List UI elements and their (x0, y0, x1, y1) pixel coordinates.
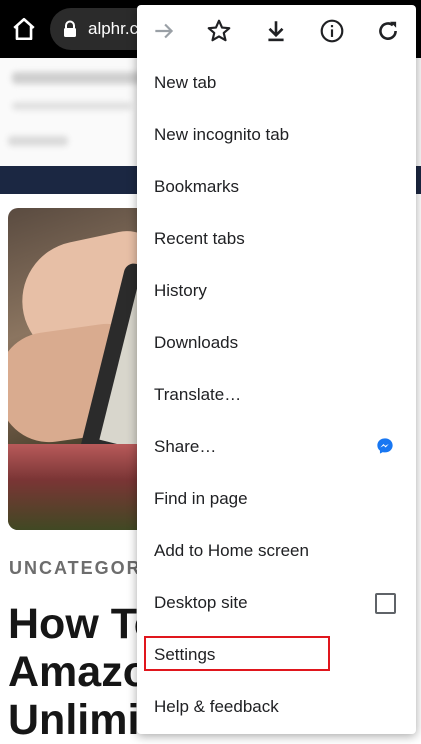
menu-item-new-incognito-tab[interactable]: New incognito tab (137, 109, 416, 161)
menu-item-label: Translate… (154, 385, 242, 404)
menu-item-label: Settings (154, 645, 216, 664)
desktop-site-checkbox[interactable] (375, 593, 396, 614)
menu-item-label: Bookmarks (154, 177, 240, 196)
menu-item-settings[interactable]: Settings (137, 629, 416, 681)
menu-item-find-in-page[interactable]: Find in page (137, 473, 416, 525)
download-icon[interactable] (263, 18, 289, 44)
menu-item-help-feedback[interactable]: Help & feedback (137, 681, 416, 733)
menu-item-bookmarks[interactable]: Bookmarks (137, 161, 416, 213)
overflow-menu: New tab New incognito tab Bookmarks Rece… (137, 5, 416, 734)
home-icon[interactable] (11, 16, 37, 42)
menu-item-downloads[interactable]: Downloads (137, 317, 416, 369)
menu-item-history[interactable]: History (137, 265, 416, 317)
messenger-icon[interactable] (376, 437, 394, 455)
menu-item-translate[interactable]: Translate… (137, 369, 416, 421)
menu-item-label: Find in page (154, 489, 248, 508)
menu-item-label: Downloads (154, 333, 239, 352)
reload-icon[interactable] (375, 18, 401, 44)
menu-item-label: Recent tabs (154, 229, 245, 248)
menu-item-new-tab[interactable]: New tab (137, 57, 416, 109)
article-hero-image[interactable] (8, 208, 158, 530)
ad-blur (12, 72, 142, 84)
url-text: alphr.c (88, 19, 139, 38)
ad-blur (12, 102, 132, 110)
menu-item-recent-tabs[interactable]: Recent tabs (137, 213, 416, 265)
menu-item-label: History (154, 281, 207, 300)
menu-item-label: Add to Home screen (154, 541, 309, 560)
lock-icon (64, 20, 76, 37)
menu-item-add-to-home-screen[interactable]: Add to Home screen (137, 525, 416, 577)
menu-item-desktop-site[interactable]: Desktop site (137, 577, 416, 629)
bookmark-star-icon[interactable] (206, 18, 232, 44)
menu-item-label: New tab (154, 73, 217, 92)
article-category[interactable]: UNCATEGOR (9, 558, 142, 579)
menu-item-label: New incognito tab (154, 125, 290, 144)
menu-icon-row (137, 5, 416, 57)
info-icon[interactable] (319, 18, 345, 44)
menu-item-label: Help & feedback (154, 697, 279, 716)
ad-blur (8, 136, 68, 146)
forward-icon[interactable] (151, 18, 177, 44)
menu-item-label: Share… (154, 437, 217, 456)
menu-item-share[interactable]: Share… (137, 421, 416, 473)
hero-sleeve (8, 444, 158, 530)
menu-item-label: Desktop site (154, 593, 248, 612)
